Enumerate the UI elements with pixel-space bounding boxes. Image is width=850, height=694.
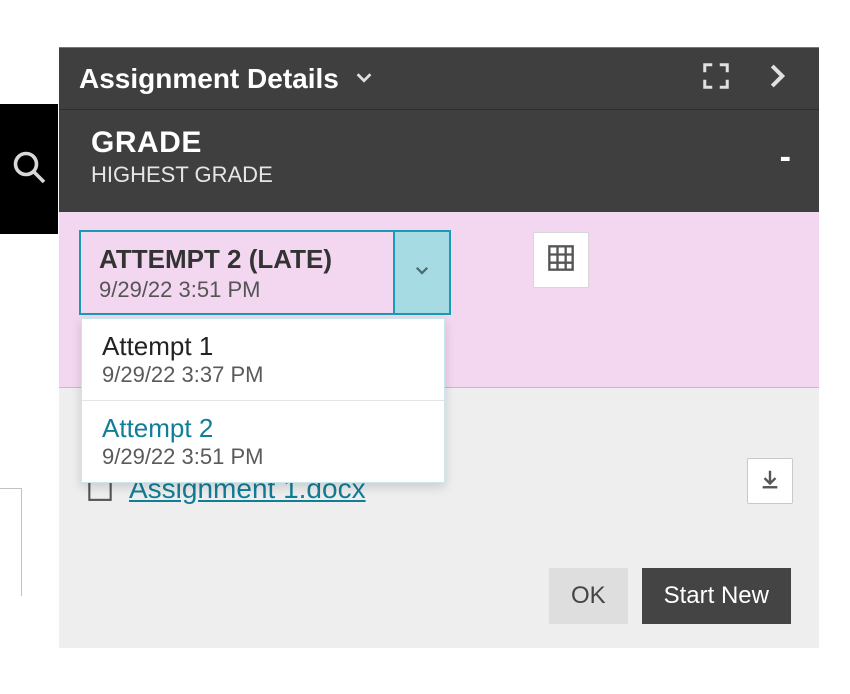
grade-sublabel: HIGHEST GRADE [91, 162, 780, 188]
attempt-dropdown: Attempt 1 9/29/22 3:37 PM Attempt 2 9/29… [81, 318, 445, 483]
grade-label: GRADE [91, 126, 780, 160]
attempt-option-date: 9/29/22 3:37 PM [102, 362, 424, 388]
chevron-down-icon [353, 63, 375, 95]
start-new-button[interactable]: Start New [642, 568, 791, 624]
expand-icon[interactable] [701, 61, 731, 96]
grade-value: - [780, 138, 791, 177]
attempt-option-title: Attempt 2 [102, 413, 424, 444]
left-rail [0, 104, 58, 234]
attempt-option-date: 9/29/22 3:51 PM [102, 444, 424, 470]
attempt-option-title: Attempt 1 [102, 331, 424, 362]
ok-button[interactable]: OK [549, 568, 628, 624]
grade-section: GRADE HIGHEST GRADE - [59, 110, 819, 212]
rubric-icon [547, 244, 575, 277]
chevron-down-icon [413, 261, 431, 284]
footer-buttons: OK Start New [549, 568, 791, 624]
attempt-selector-button[interactable]: ATTEMPT 2 (LATE) 9/29/22 3:51 PM [81, 232, 449, 313]
search-icon[interactable] [11, 149, 47, 190]
download-button[interactable] [747, 458, 793, 504]
attempt-current-title: ATTEMPT 2 (LATE) [99, 244, 375, 275]
panel-title-group[interactable]: Assignment Details [79, 63, 701, 95]
attempt-current-date: 9/29/22 3:51 PM [99, 277, 375, 303]
assignment-panel: Assignment Details GRADE HIGHEST GRADE - [59, 47, 819, 648]
attempt-option[interactable]: Attempt 2 9/29/22 3:51 PM [82, 401, 444, 482]
side-panel-sliver [0, 488, 22, 596]
chevron-right-icon[interactable] [761, 61, 791, 96]
rubric-button[interactable] [533, 232, 589, 288]
attempt-caret[interactable] [393, 232, 449, 313]
attempt-option[interactable]: Attempt 1 9/29/22 3:37 PM [82, 319, 444, 401]
panel-header: Assignment Details [59, 48, 819, 110]
panel-title: Assignment Details [79, 63, 339, 95]
attempt-section: ATTEMPT 2 (LATE) 9/29/22 3:51 PM Attempt… [59, 212, 819, 388]
attempt-selector[interactable]: ATTEMPT 2 (LATE) 9/29/22 3:51 PM Attempt… [79, 230, 451, 315]
download-icon [759, 468, 781, 495]
